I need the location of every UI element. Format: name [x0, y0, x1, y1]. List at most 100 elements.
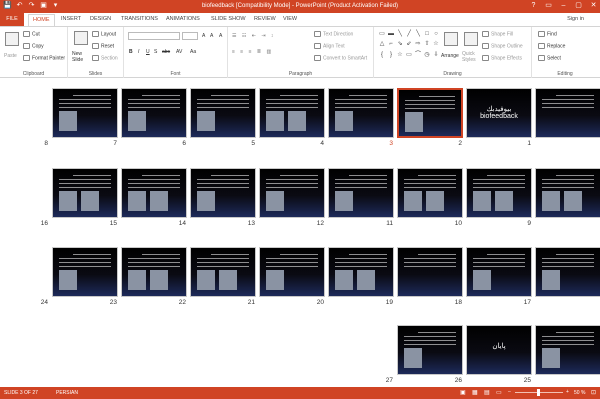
slide-thumbnail[interactable]	[259, 168, 325, 218]
reset-button[interactable]: Reset	[92, 43, 114, 49]
slide-thumbnail[interactable]	[328, 88, 394, 138]
slide-thumbnail[interactable]	[535, 325, 600, 375]
slide-thumbnail[interactable]	[52, 247, 118, 297]
find-button[interactable]: Find	[538, 31, 557, 37]
reading-view-icon[interactable]: ▤	[484, 389, 490, 396]
slide-thumbnail[interactable]	[535, 168, 600, 218]
shape-icon[interactable]: ⇙	[405, 40, 413, 48]
slide-thumbnail[interactable]	[121, 88, 187, 138]
normal-view-icon[interactable]: ▣	[460, 389, 466, 396]
shape-icon[interactable]: }	[387, 51, 395, 59]
change-case-button[interactable]: Aa	[190, 49, 196, 55]
cut-button[interactable]: Cut	[23, 31, 40, 37]
alignment-icon[interactable]: ≡ ≡ ≡ ≣ ▥	[232, 49, 273, 55]
shape-icon[interactable]: ⇩	[432, 51, 440, 59]
slide-thumbnail[interactable]	[190, 247, 256, 297]
font-size-dropdown[interactable]	[182, 32, 198, 40]
grow-font-button[interactable]: A	[202, 33, 205, 39]
tab-review[interactable]: REVIEW	[254, 16, 276, 22]
shape-icon[interactable]: ◷	[423, 51, 431, 59]
font-name-dropdown[interactable]	[128, 32, 180, 40]
align-text-button[interactable]: Align Text	[314, 43, 345, 49]
slide-thumbnail[interactable]	[397, 247, 463, 297]
shape-icon[interactable]: ⇨	[414, 40, 422, 48]
slide-thumbnail[interactable]	[535, 247, 600, 297]
text-shadow-button[interactable]: S	[154, 49, 157, 55]
tab-transitions[interactable]: TRANSITIONS	[121, 16, 158, 22]
arrange-icon[interactable]	[444, 32, 458, 46]
slide-thumbnail[interactable]	[328, 247, 394, 297]
slide-thumbnail[interactable]	[397, 88, 463, 138]
zoom-in-icon[interactable]: +	[566, 389, 569, 395]
slide-thumbnail[interactable]	[259, 88, 325, 138]
tab-home[interactable]: HOME	[28, 14, 55, 26]
slide-thumbnail[interactable]	[397, 168, 463, 218]
zoom-level[interactable]: 50 %	[574, 390, 585, 396]
language-indicator[interactable]: PERSIAN	[56, 390, 78, 396]
slide-count[interactable]: SLIDE 3 OF 27	[4, 390, 38, 396]
shape-icon[interactable]: △	[378, 40, 386, 48]
tab-slide-show[interactable]: SLIDE SHOW	[211, 16, 246, 22]
shape-effects-button[interactable]: Shape Effects	[482, 55, 522, 61]
shape-icon[interactable]: ⇧	[423, 40, 431, 48]
slide-thumbnail[interactable]	[121, 247, 187, 297]
new-slide-icon[interactable]	[74, 31, 88, 45]
underline-button[interactable]: U	[146, 49, 150, 55]
shrink-font-button[interactable]: A	[210, 33, 213, 39]
shape-icon[interactable]: ▭	[405, 51, 413, 59]
slide-thumbnail[interactable]: بيوفيدبك biofeedback	[466, 88, 532, 138]
maximize-button[interactable]: ▢	[574, 0, 583, 12]
shape-icon[interactable]: {	[378, 51, 386, 59]
clear-formatting-button[interactable]: A	[219, 33, 222, 39]
zoom-out-icon[interactable]: –	[508, 389, 511, 395]
strikethrough-button[interactable]: abc	[162, 49, 170, 55]
minimize-button[interactable]: –	[559, 0, 568, 12]
shape-icon[interactable]: ╲	[414, 30, 422, 38]
slide-thumbnail[interactable]	[259, 247, 325, 297]
slide-thumbnail[interactable]	[328, 168, 394, 218]
ribbon-display-options-icon[interactable]: ▭	[544, 0, 553, 12]
character-spacing-button[interactable]: AV	[176, 49, 182, 55]
tab-file[interactable]: FILE	[0, 13, 24, 26]
section-button[interactable]: Section	[92, 55, 118, 61]
slide-thumbnail[interactable]	[52, 88, 118, 138]
tab-view[interactable]: VIEW	[283, 16, 297, 22]
slide-thumbnail[interactable]	[397, 325, 463, 375]
copy-button[interactable]: Copy	[23, 43, 44, 49]
slide-thumbnail[interactable]	[535, 88, 600, 138]
shape-icon[interactable]: ⇘	[396, 40, 404, 48]
slide-thumbnail[interactable]: پايان	[466, 325, 532, 375]
shape-fill-button[interactable]: Shape Fill	[482, 31, 513, 37]
quick-styles-button[interactable]: Quick Styles	[462, 51, 480, 63]
replace-button[interactable]: Replace	[538, 43, 565, 49]
arrange-button[interactable]: Arrange	[441, 53, 459, 59]
sign-in-link[interactable]: Sign in	[567, 16, 584, 22]
zoom-slider-thumb[interactable]	[537, 389, 540, 396]
shape-icon[interactable]: □	[423, 30, 431, 38]
new-slide-button[interactable]: New Slide	[72, 51, 92, 63]
shape-icon[interactable]: ⌒	[414, 51, 422, 59]
slide-thumbnail[interactable]	[466, 168, 532, 218]
shape-icon[interactable]: ▬	[387, 30, 395, 38]
slide-thumbnail[interactable]	[466, 247, 532, 297]
slide-thumbnail[interactable]	[52, 168, 118, 218]
slide-thumbnail[interactable]	[190, 168, 256, 218]
shape-icon[interactable]: ⌐	[387, 40, 395, 48]
format-painter-button[interactable]: Format Painter	[23, 55, 65, 61]
shape-icon[interactable]: ○	[432, 30, 440, 38]
slide-show-icon[interactable]: ▭	[496, 389, 502, 396]
shape-icon[interactable]: ☆	[396, 51, 404, 59]
quick-styles-icon[interactable]	[464, 32, 478, 46]
italic-button[interactable]: I	[138, 49, 139, 55]
shape-icon[interactable]: ☆	[432, 40, 440, 48]
paste-icon[interactable]	[5, 32, 19, 46]
bullets-icon[interactable]: ☰ ☷ ⇤ ⇥ ↕	[232, 33, 275, 39]
shape-icon[interactable]: ╱	[405, 30, 413, 38]
shapes-gallery[interactable]: ▭ ▬ ╲ ╱ ╲ □ ○ △ ⌐ ⇘ ⇙ ⇨ ⇧ ☆ { } ☆ ▭ ⌒ ◷ …	[378, 30, 440, 60]
layout-button[interactable]: Layout	[92, 31, 116, 37]
slide-thumbnail[interactable]	[121, 168, 187, 218]
text-direction-button[interactable]: Text Direction	[314, 31, 353, 37]
close-button[interactable]: ✕	[589, 0, 598, 12]
shape-icon[interactable]: ▭	[378, 30, 386, 38]
shape-icon[interactable]: ╲	[396, 30, 404, 38]
